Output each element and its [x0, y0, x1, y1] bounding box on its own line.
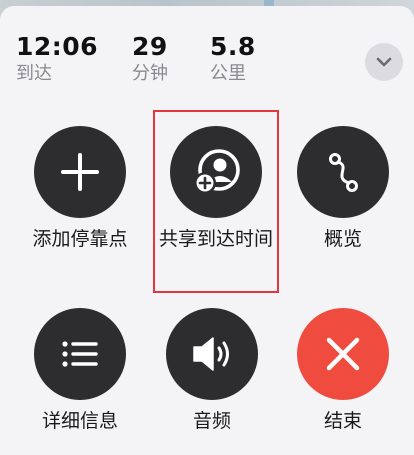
arrival-label: 到达	[16, 63, 52, 84]
end-label: 结束	[323, 410, 362, 432]
duration-unit: 分钟	[132, 63, 168, 84]
distance-value: 5.8	[210, 32, 256, 61]
close-icon	[326, 337, 360, 371]
plus-icon	[61, 153, 99, 191]
end-circle[interactable]	[297, 308, 389, 400]
overview-button[interactable]: 概览	[273, 126, 413, 253]
add-stop-label: 添加停靠点	[32, 228, 128, 250]
audio-label: 音频	[192, 410, 231, 432]
speaker-icon	[193, 337, 229, 371]
distance-unit: 公里	[210, 63, 246, 84]
details-button[interactable]: 详细信息	[10, 308, 150, 435]
distance-stat: 5.8 公里	[210, 32, 256, 86]
list-icon	[62, 341, 98, 367]
navigation-sheet: 12:06 到达 29 分钟 5.8 公里 添加停靠点 共享到达时间 概览 详细…	[0, 6, 414, 455]
arrival-stat: 12:06 到达	[16, 32, 98, 86]
collapse-button[interactable]	[365, 43, 403, 81]
add-stop-button[interactable]: 添加停靠点	[10, 126, 150, 253]
duration-value: 29	[132, 32, 168, 61]
overview-circle[interactable]	[297, 126, 389, 218]
arrival-time: 12:06	[16, 32, 99, 61]
duration-stat: 29 分钟	[132, 32, 168, 86]
add-stop-circle[interactable]	[34, 126, 126, 218]
chevron-down-icon	[376, 57, 392, 67]
end-button[interactable]: 结束	[273, 308, 413, 435]
details-label: 详细信息	[41, 410, 118, 432]
audio-button[interactable]: 音频	[142, 308, 282, 435]
details-circle[interactable]	[34, 308, 126, 400]
audio-circle[interactable]	[166, 308, 258, 400]
highlight-box	[153, 110, 279, 293]
overview-label: 概览	[323, 228, 362, 250]
route-overview-icon	[329, 153, 358, 192]
